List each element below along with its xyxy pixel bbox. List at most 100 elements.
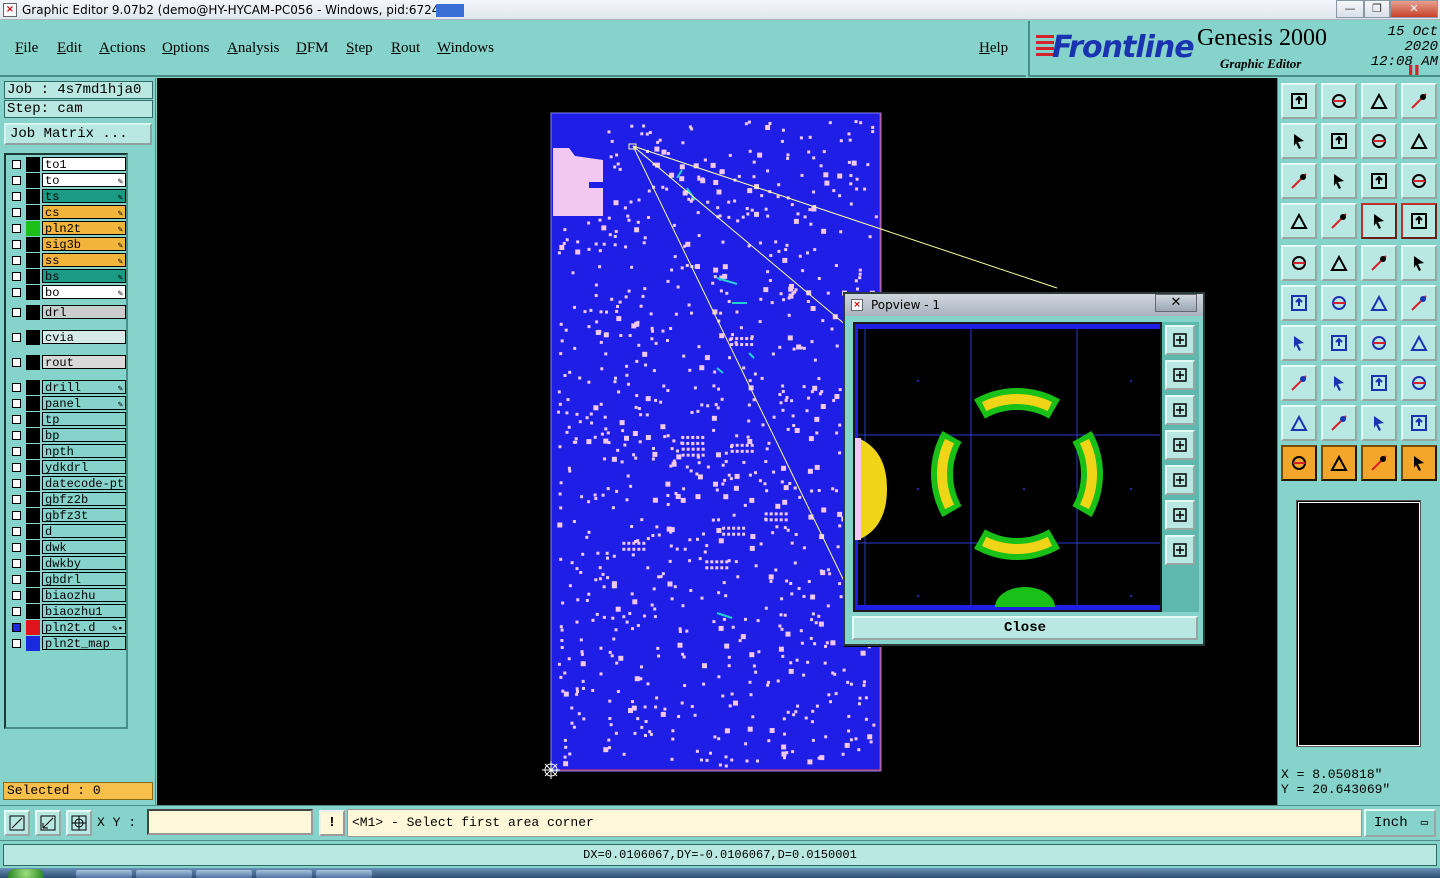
layer-name[interactable]: bs ✎ — [42, 269, 126, 283]
taskbar-button[interactable] — [196, 870, 252, 878]
layer-row[interactable]: pln2t_map — [8, 636, 126, 651]
layer-checkbox[interactable] — [12, 431, 21, 440]
layer-name[interactable]: cs ✎ — [42, 205, 126, 219]
layer-color-swatch[interactable] — [26, 157, 40, 172]
line-icon[interactable] — [1321, 365, 1357, 401]
layer-row[interactable]: dwk — [8, 540, 126, 555]
layer-row[interactable]: biaozhu1 — [8, 604, 126, 619]
taskbar-button[interactable] — [256, 870, 312, 878]
maximize-button[interactable]: ❐ — [1364, 0, 1390, 18]
layer-checkbox[interactable] — [12, 463, 21, 472]
layer-color-swatch[interactable] — [26, 476, 40, 491]
layer-name[interactable]: to ✎ — [42, 173, 126, 187]
alert-button[interactable]: ! — [319, 810, 345, 836]
layer-checkbox[interactable] — [12, 591, 21, 600]
layer-color-swatch[interactable] — [26, 508, 40, 523]
popview-fit-icon[interactable] — [1165, 500, 1195, 530]
layer-color-swatch[interactable] — [26, 396, 40, 411]
start-orb-icon[interactable] — [8, 869, 44, 878]
layer-color-swatch[interactable] — [26, 269, 40, 284]
layer-color-swatch[interactable] — [26, 205, 40, 220]
layer-checkbox[interactable] — [12, 308, 21, 317]
home-icon[interactable] — [1361, 83, 1397, 119]
layer-name[interactable]: ts ✎ — [42, 189, 126, 203]
angle-icon[interactable] — [1281, 325, 1317, 361]
layer-row[interactable]: ts ✎ — [8, 189, 126, 204]
layer-name[interactable]: dwk — [42, 540, 126, 554]
layer-row[interactable]: to ✎ — [8, 173, 126, 188]
layer-name[interactable]: cvia — [42, 330, 126, 344]
layer-color-swatch[interactable] — [26, 540, 40, 555]
layer-name[interactable]: biaozhu1 — [42, 604, 126, 618]
cross-icon[interactable] — [1321, 285, 1357, 321]
layer-checkbox[interactable] — [12, 240, 21, 249]
zoom-ratio-icon[interactable] — [1361, 163, 1397, 199]
zoom-center-icon[interactable] — [1321, 163, 1357, 199]
layer-icon[interactable] — [1361, 203, 1397, 239]
flip-h-icon[interactable] — [1401, 325, 1437, 361]
minimize-button[interactable]: — — [1336, 0, 1364, 18]
layer-color-swatch[interactable] — [26, 412, 40, 427]
settings-icon[interactable] — [1281, 203, 1317, 239]
pointer-icon[interactable] — [1281, 445, 1317, 481]
pause-icon[interactable]: ❚❚ — [1407, 62, 1420, 77]
pointer-circle-icon[interactable] — [1361, 445, 1397, 481]
layer-checkbox[interactable] — [12, 160, 21, 169]
arc-icon[interactable] — [1361, 325, 1397, 361]
layer-name[interactable]: gbfz2b — [42, 492, 126, 506]
layer-checkbox[interactable] — [12, 256, 21, 265]
layer-name[interactable]: dwkby — [42, 556, 126, 570]
layer-row[interactable]: gbfz3t — [8, 508, 126, 523]
layer-name[interactable]: pln2t ✎ — [42, 221, 126, 235]
window-icon[interactable] — [1401, 83, 1437, 119]
measure-icon[interactable] — [1321, 203, 1357, 239]
flip-icon[interactable] — [1401, 123, 1437, 159]
layer-row[interactable]: ss ✎ — [8, 253, 126, 268]
menu-options[interactable]: Options — [162, 40, 210, 57]
popview-close-button[interactable]: Close — [852, 616, 1198, 640]
layer-name[interactable]: biaozhu — [42, 588, 126, 602]
menu-windows[interactable]: Windows — [437, 40, 494, 57]
popview-pan-right-icon[interactable] — [1165, 465, 1195, 495]
layer-lock-icon[interactable] — [1401, 203, 1437, 239]
layer-name[interactable]: ss ✎ — [42, 253, 126, 267]
move-icon[interactable] — [1401, 285, 1437, 321]
layer-checkbox[interactable] — [12, 511, 21, 520]
layer-row[interactable]: rout — [8, 355, 126, 370]
layer-color-swatch[interactable] — [26, 604, 40, 619]
layer-checkbox[interactable] — [12, 559, 21, 568]
select-icon[interactable] — [1281, 365, 1317, 401]
connect-icon[interactable] — [1361, 285, 1397, 321]
layer-row[interactable]: bp — [8, 428, 126, 443]
layer-row[interactable]: pln2t.d ✎▪ — [8, 620, 126, 635]
layer-row[interactable]: bo ✎ — [8, 285, 126, 300]
layer-color-swatch[interactable] — [26, 444, 40, 459]
popview-pan-down-icon[interactable] — [1165, 395, 1195, 425]
layer-checkbox[interactable] — [12, 543, 21, 552]
popview-pan-left-icon[interactable] — [1165, 430, 1195, 460]
layer-row[interactable]: ydkdrl — [8, 460, 126, 475]
layer-name[interactable]: pln2t_map — [42, 636, 126, 650]
layer-color-swatch[interactable] — [26, 588, 40, 603]
save-icon[interactable] — [1321, 83, 1357, 119]
layer-checkbox[interactable] — [12, 479, 21, 488]
layer-checkbox[interactable] — [12, 639, 21, 648]
pan-right-icon[interactable] — [1321, 123, 1357, 159]
layer-color-swatch[interactable] — [26, 330, 40, 345]
layer-checkbox[interactable] — [12, 288, 21, 297]
taskbar-button[interactable] — [76, 870, 132, 878]
layer-name[interactable]: panel ✎ — [42, 396, 126, 410]
layer-color-swatch[interactable] — [26, 524, 40, 539]
menu-file[interactable]: File — [15, 40, 38, 57]
layer-color-swatch[interactable] — [26, 221, 40, 236]
layer-checkbox[interactable] — [12, 272, 21, 281]
job-matrix-button[interactable]: Job Matrix ... — [4, 123, 152, 145]
layer-name[interactable]: bo ✎ — [42, 285, 126, 299]
menu-analysis[interactable]: Analysis — [227, 40, 280, 57]
xy-input[interactable] — [147, 809, 313, 835]
layer-row[interactable]: datecode-pte — [8, 476, 126, 491]
layer-row[interactable]: gbdrl — [8, 572, 126, 587]
redo-icon[interactable] — [1361, 123, 1397, 159]
layer-color-swatch[interactable] — [26, 237, 40, 252]
layer-row[interactable]: dwkby — [8, 556, 126, 571]
